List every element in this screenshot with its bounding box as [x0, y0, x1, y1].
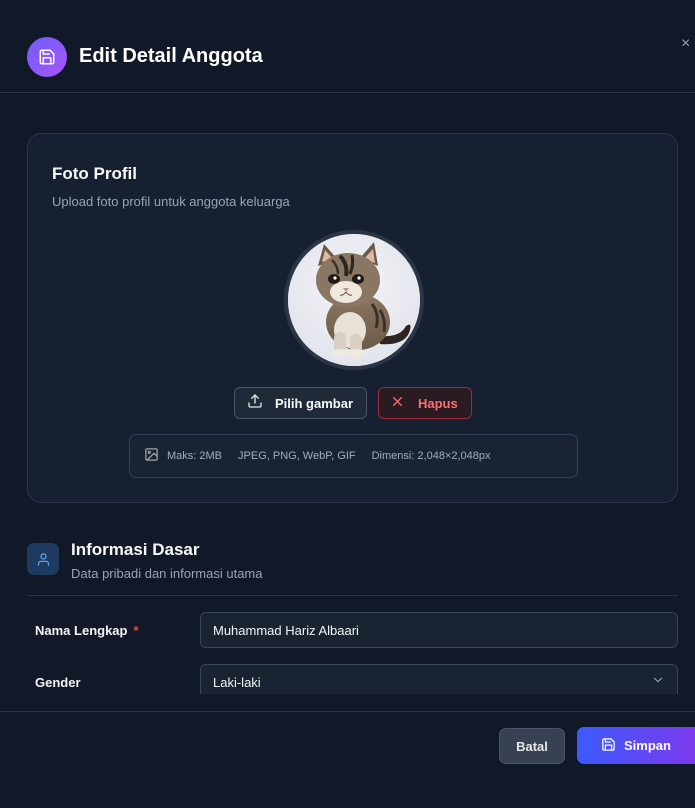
photo-section-subtitle: Upload foto profil untuk anggota keluarg… [52, 194, 290, 209]
save-icon [27, 37, 67, 77]
dimension-text: Dimensi: 2,048×2,048px [371, 450, 491, 462]
scroll-clip [0, 694, 695, 712]
formats-text: JPEG, PNG, WebP, GIF [238, 450, 356, 462]
close-icon[interactable]: × [681, 36, 695, 52]
photo-section-title: Foto Profil [52, 164, 137, 183]
modal-header: Edit Detail Anggota × [0, 0, 695, 93]
gender-label: Gender [35, 675, 81, 690]
full-name-label: Nama Lengkap * [35, 623, 139, 638]
avatar [284, 230, 424, 370]
profile-photo-card: Foto Profil Upload foto profil untuk ang… [27, 133, 678, 503]
cancel-button[interactable]: Batal [499, 728, 565, 764]
chevron-down-icon [651, 673, 665, 692]
max-size-text: Maks: 2MB [167, 450, 223, 462]
basic-info-title: Informasi Dasar [71, 540, 200, 559]
remove-image-label: Hapus [418, 395, 458, 411]
upload-icon [247, 393, 263, 414]
kitten-photo [288, 234, 420, 366]
full-name-label-text: Nama Lengkap [35, 623, 128, 638]
remove-image-button[interactable]: Hapus [378, 387, 472, 419]
image-icon [144, 447, 159, 465]
user-icon [27, 543, 59, 575]
save-button[interactable]: Simpan [577, 727, 695, 764]
choose-image-label: Pilih gambar [275, 395, 354, 411]
basic-info-subtitle: Data pribadi dan informasi utama [71, 566, 263, 581]
upload-requirements: Maks: 2MB JPEG, PNG, WebP, GIF Dimensi: … [129, 434, 578, 478]
save-label: Simpan [624, 738, 671, 753]
full-name-input[interactable] [200, 612, 678, 648]
edit-member-modal: Edit Detail Anggota × Foto Profil Upload… [0, 0, 695, 808]
choose-image-button[interactable]: Pilih gambar [234, 387, 367, 419]
required-mark: * [133, 623, 139, 638]
gender-value: Laki-laki [213, 675, 261, 690]
section-divider [27, 595, 678, 596]
x-icon [391, 395, 404, 411]
modal-title: Edit Detail Anggota [79, 45, 263, 67]
save-icon [601, 737, 616, 755]
